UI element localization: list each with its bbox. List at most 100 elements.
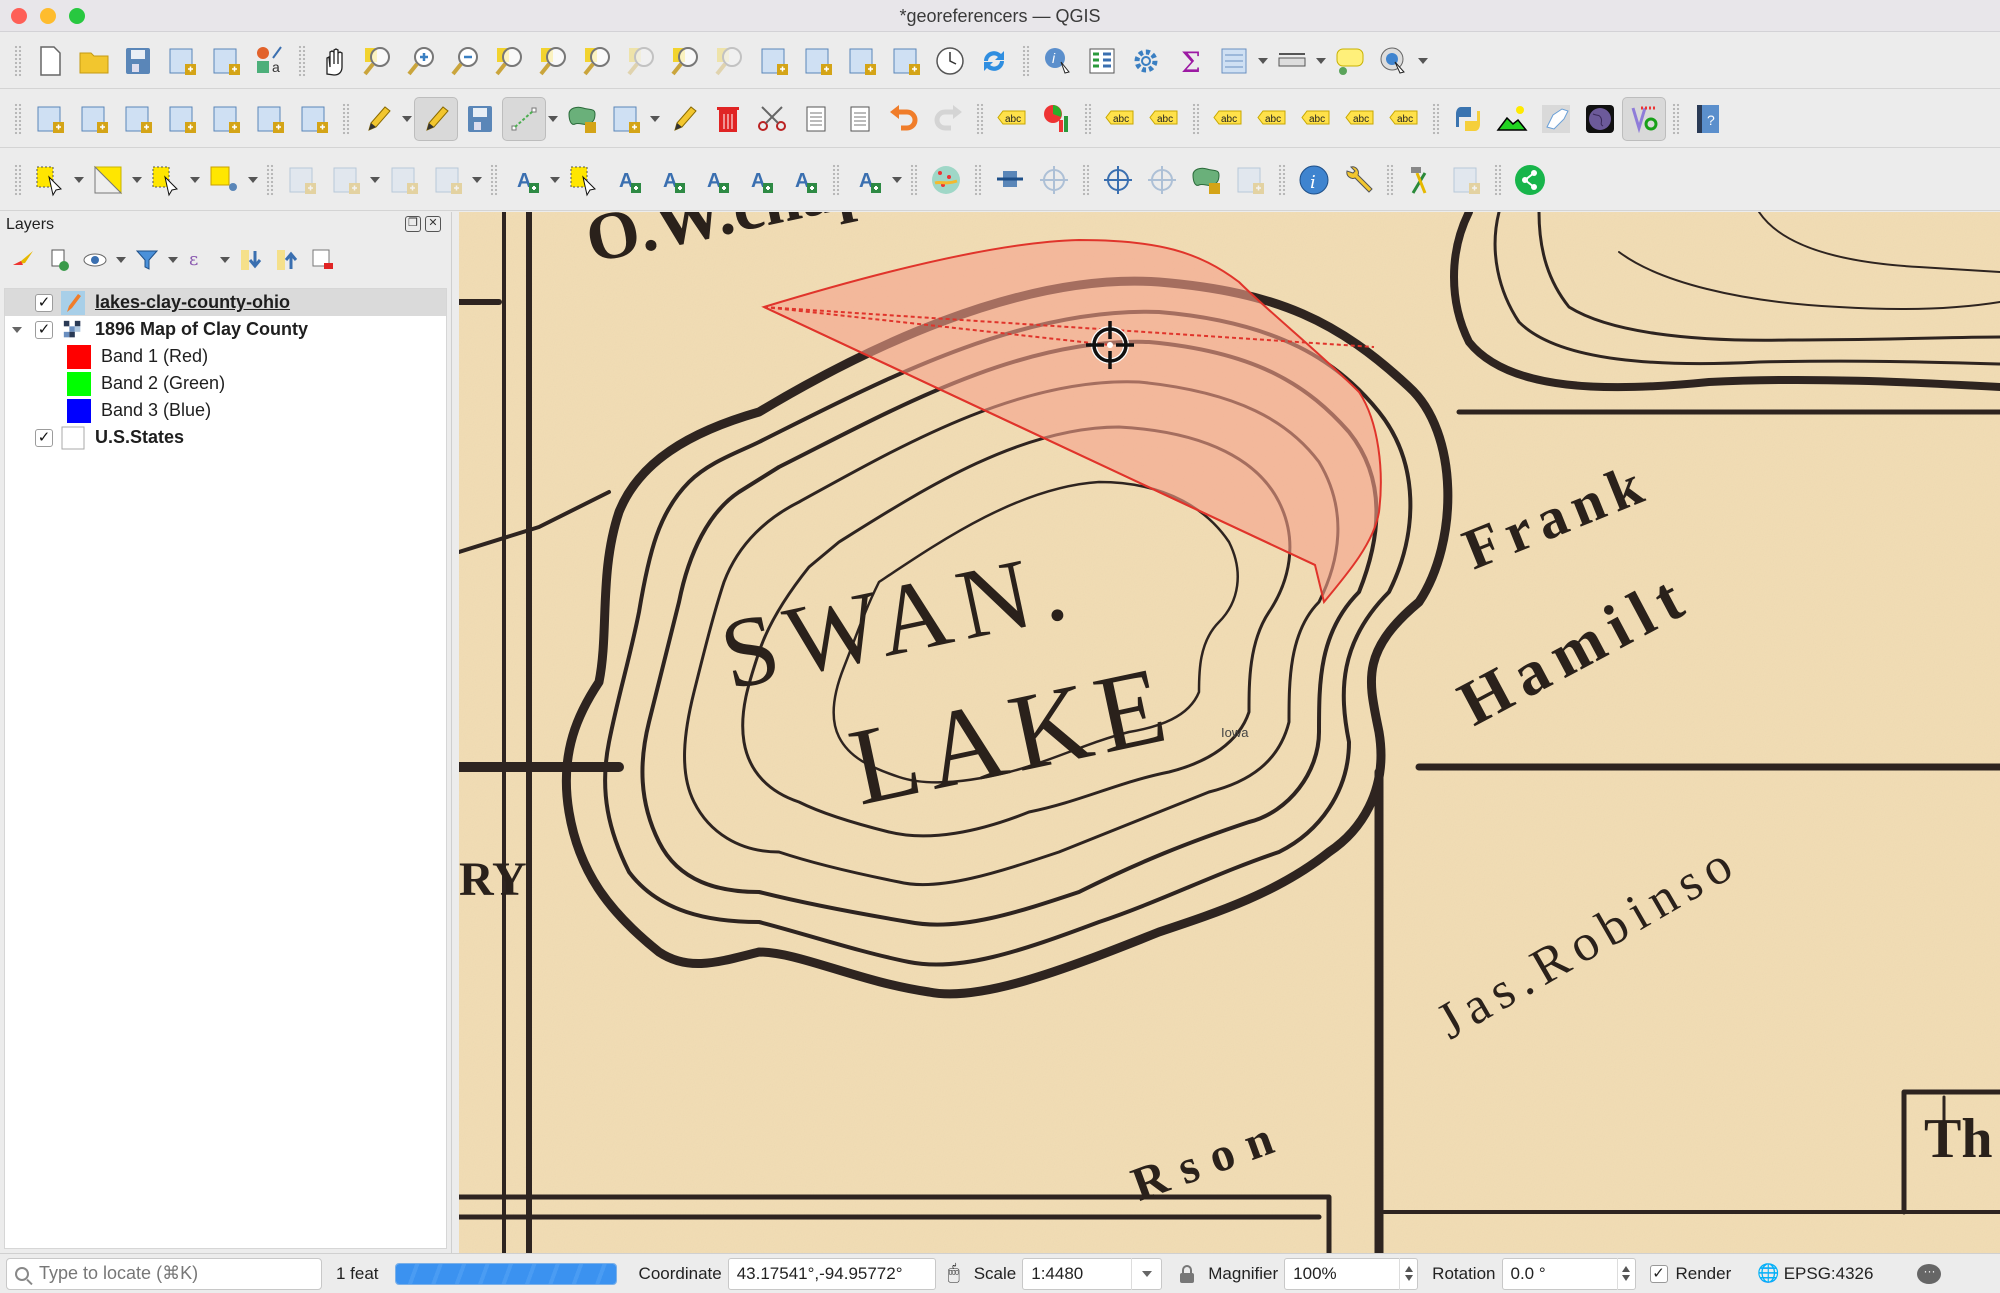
measure-line-button[interactable]: [1270, 39, 1314, 83]
help-book-button[interactable]: ?: [1686, 97, 1730, 141]
new-spatialite-layer-button[interactable]: [160, 97, 204, 141]
pan-hand-button[interactable]: [312, 39, 356, 83]
layer-row[interactable]: ✓ 1896 Map of Clay County: [5, 316, 446, 343]
zoom-to-layer-button[interactable]: [576, 39, 620, 83]
toolbar-handle[interactable]: [298, 44, 306, 77]
split-parts-button[interactable]: [382, 158, 426, 202]
style-manager-button[interactable]: a: [248, 39, 292, 83]
toggle-editing-pencil-button[interactable]: [414, 96, 458, 141]
toolbar-handle[interactable]: [490, 163, 498, 196]
move-label-button[interactable]: abc: [1294, 97, 1338, 141]
crs-button[interactable]: EPSG:4326: [1784, 1264, 1874, 1284]
toolbar-handle[interactable]: [832, 163, 840, 196]
add-gcp-button[interactable]: [1140, 158, 1184, 202]
toolbar-handle[interactable]: [974, 163, 982, 196]
rotation-spinbox[interactable]: 0.0 °: [1501, 1257, 1636, 1290]
new-3d-map-view-button[interactable]: [796, 39, 840, 83]
zoom-in-button[interactable]: [400, 39, 444, 83]
line-annotation-button[interactable]: A: [650, 158, 694, 202]
magnifier-spinbox[interactable]: 100%: [1284, 1257, 1419, 1290]
toolbar-handle[interactable]: [1022, 44, 1030, 77]
chevron-down-icon[interactable]: [1131, 1257, 1161, 1290]
select-features-button[interactable]: [28, 158, 72, 202]
chevron-down-icon[interactable]: [368, 158, 382, 202]
toolbar-handle[interactable]: [1386, 163, 1394, 196]
move-feature-button[interactable]: [988, 158, 1032, 202]
chevron-down-icon[interactable]: [168, 245, 178, 275]
chevron-down-icon[interactable]: [130, 158, 144, 202]
statistical-summary-button[interactable]: Σ: [1168, 39, 1212, 83]
new-mesh-layer-button[interactable]: [292, 97, 336, 141]
rotate-label-button[interactable]: abc: [1338, 97, 1382, 141]
modify-attributes-button[interactable]: [662, 97, 706, 141]
toggle-extents-mouse-icon[interactable]: 🖱: [948, 1262, 960, 1285]
layer-visibility-checkbox[interactable]: ✓: [35, 293, 53, 312]
chevron-down-icon[interactable]: [1256, 39, 1270, 83]
save-layer-edits-button[interactable]: [458, 97, 502, 141]
show-hide-labels-button[interactable]: abc: [1250, 97, 1294, 141]
select-annotation-button[interactable]: [562, 158, 606, 202]
layer-row[interactable]: ✓ U.S.States: [5, 424, 446, 451]
toolbar-handle[interactable]: [342, 102, 350, 135]
layer-row[interactable]: ✓ lakes-clay-county-ohio: [5, 289, 446, 316]
run-action-button[interactable]: [1372, 39, 1416, 83]
annotation-text-button[interactable]: A: [504, 158, 548, 202]
chevron-down-icon[interactable]: [246, 158, 260, 202]
toolbar-handle[interactable]: [1432, 102, 1440, 135]
models-button[interactable]: [1444, 158, 1488, 202]
zoom-last-button[interactable]: [664, 39, 708, 83]
toolbar-handle[interactable]: [1672, 102, 1680, 135]
chevron-down-icon[interactable]: [648, 97, 662, 141]
vertex-tool-button[interactable]: [604, 97, 648, 141]
new-temporary-layer-button[interactable]: [204, 97, 248, 141]
chevron-down-icon[interactable]: [188, 158, 202, 202]
identify-features-button[interactable]: i: [1036, 39, 1080, 83]
chevron-down-icon[interactable]: [1314, 39, 1328, 83]
add-polygon-feature-button[interactable]: [560, 97, 604, 141]
toolbox-gear-button[interactable]: [1124, 39, 1168, 83]
chevron-down-icon[interactable]: [72, 158, 86, 202]
offset-curve-button[interactable]: [426, 158, 470, 202]
manage-visibility-icon[interactable]: [80, 245, 110, 275]
render-checkbox[interactable]: ✓: [1649, 1264, 1668, 1283]
new-shapefile-layer-button[interactable]: [116, 97, 160, 141]
attribute-table-button[interactable]: [1080, 39, 1124, 83]
add-group-icon[interactable]: [44, 245, 74, 275]
lock-scale-icon[interactable]: [1180, 1264, 1195, 1283]
map-canvas[interactable]: O.W.chap mau. SWAN. LAKE Frank Hamilt Ja…: [459, 212, 2000, 1253]
terrain-profile-button[interactable]: [1490, 97, 1534, 141]
open-field-calculator-button[interactable]: [1212, 39, 1256, 83]
new-print-layout-button[interactable]: [160, 39, 204, 83]
chevron-down-icon[interactable]: [548, 158, 562, 202]
delete-selected-button[interactable]: [706, 97, 750, 141]
reshape-features-button[interactable]: [324, 158, 368, 202]
line-text-annotation-button[interactable]: A: [782, 158, 826, 202]
collapse-all-icon[interactable]: [272, 245, 302, 275]
share-button[interactable]: [1508, 158, 1552, 202]
copy-features-button[interactable]: [794, 97, 838, 141]
cut-features-button[interactable]: [750, 97, 794, 141]
chevron-down-icon[interactable]: [890, 158, 904, 202]
toolbar-handle[interactable]: [910, 163, 918, 196]
toolbar-handle[interactable]: [1278, 163, 1286, 196]
label-abc-button[interactable]: abc: [990, 97, 1034, 141]
data-source-manager-button[interactable]: [28, 97, 72, 141]
float-panel-icon[interactable]: ❐: [405, 216, 421, 232]
processing-tools-button[interactable]: [1400, 158, 1444, 202]
current-edits-button[interactable]: [356, 97, 400, 141]
chevron-down-icon[interactable]: [116, 245, 126, 275]
layout-manager-button[interactable]: [204, 39, 248, 83]
open-project-button[interactable]: [72, 39, 116, 83]
polygon-annotation-button[interactable]: A: [606, 158, 650, 202]
toolbar-handle[interactable]: [14, 102, 22, 135]
scale-combobox[interactable]: 1:4480: [1022, 1257, 1163, 1290]
digitize-line-button[interactable]: [502, 96, 546, 141]
spinner-arrows-icon[interactable]: [1616, 1257, 1635, 1290]
globe-crs-icon[interactable]: 🌐: [1757, 1263, 1779, 1284]
select-by-polygon-button[interactable]: [86, 158, 130, 202]
toolbar-handle[interactable]: [1494, 163, 1502, 196]
undo-button[interactable]: [882, 97, 926, 141]
toolbar-handle[interactable]: [1082, 163, 1090, 196]
expand-all-icon[interactable]: [236, 245, 266, 275]
zoom-full-button[interactable]: [488, 39, 532, 83]
